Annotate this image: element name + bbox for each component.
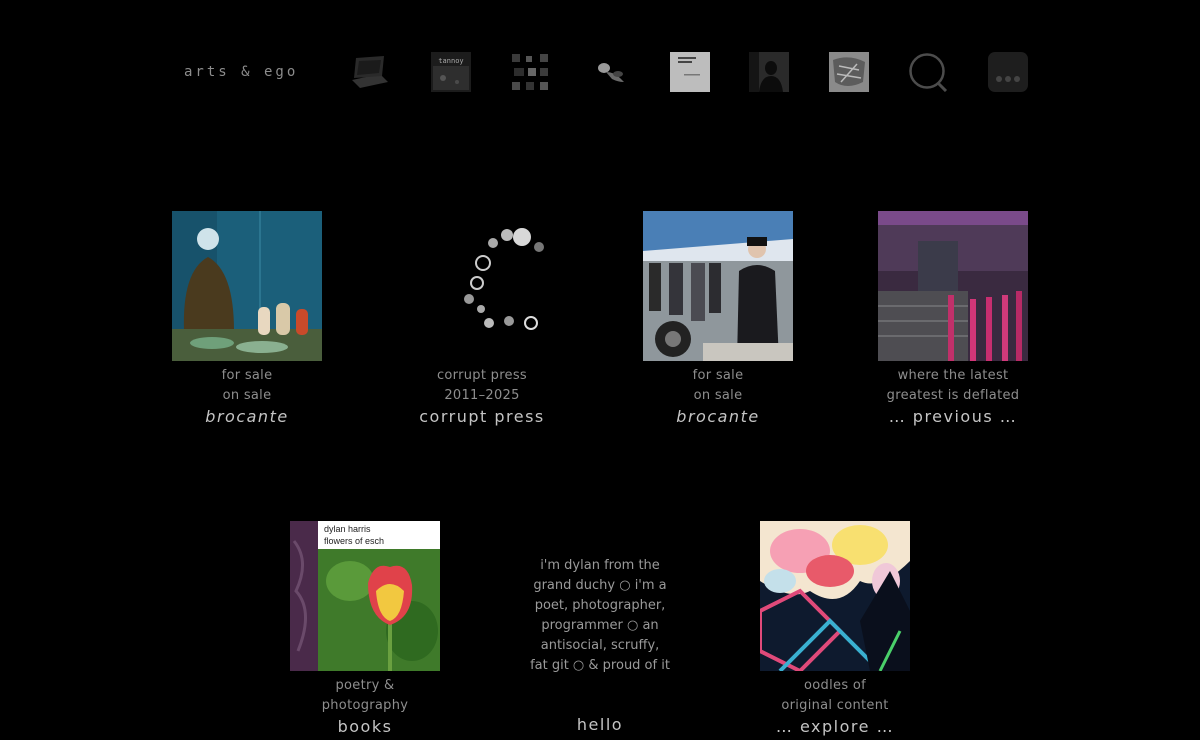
brocante-photo-1 [172,211,322,361]
corrupt-press-logo [407,211,557,361]
nav-tannoy-label: tannoy [438,57,463,65]
tile-caption-line2: original content [781,698,889,713]
bio-line: poet, photographer, [534,598,666,613]
hello-link[interactable]: hello [520,715,680,734]
tile-corrupt-press[interactable]: corrupt press 2011–2025 corrupt press [382,211,582,428]
tile-caption-line2: on sale [693,388,743,403]
tile-caption-line2: greatest is deflated [886,388,1020,403]
search-icon [909,53,948,92]
nav-sketch-thumb[interactable] [829,52,869,92]
tile-brocante-2[interactable]: for sale on sale brocante [618,211,818,428]
explore-art [760,521,910,671]
nav-more[interactable] [988,52,1028,92]
book-cover-author: dylan harris [324,524,371,534]
nav-figure-thumb[interactable] [590,52,630,92]
tile-explore[interactable]: oodles of original content … explore … [735,521,935,738]
laptop-thumb-icon [350,52,390,92]
nav-book-cover-thumb[interactable] [670,52,710,92]
tile-title: brocante [205,407,289,426]
previous-photo [878,211,1028,361]
tannoy-thumb-icon: tannoy [431,52,471,92]
tile-title: books [337,717,393,736]
tile-caption-line2: photography [321,698,409,713]
nav-silhouette-thumb[interactable] [749,52,789,92]
bio-text: i'm dylan from the grand duchy ○ i'm a p… [520,556,680,676]
tile-previous[interactable]: where the latest greatest is deflated … … [853,211,1053,428]
book-cover-thumb-icon [670,52,710,92]
tile-caption-line1: oodles of [804,678,866,693]
figure-thumb-icon [590,52,630,92]
tile-caption-line2: 2011–2025 [444,388,520,403]
more-icon [988,52,1028,92]
tile-caption-line1: poetry & [335,678,395,693]
book-cover-title: flowers of esch [324,536,384,546]
tile-title: … explore … [775,717,895,736]
nav-grid-thumb[interactable] [510,52,550,92]
tile-title: corrupt press [419,407,545,426]
book-cover: dylan harris flowers of esch [290,521,440,671]
brocante-photo-2 [643,211,793,361]
grid-thumb-icon [510,52,550,92]
nav-search[interactable] [908,52,948,92]
bio-line: antisocial, scruffy, [540,638,660,653]
tile-caption-line1: for sale [221,368,273,383]
bio-line: fat git ○ & proud of it [530,658,670,673]
sketch-thumb-icon [829,52,869,92]
tile-title: … previous … [888,407,1018,426]
tile-title: brocante [676,407,760,426]
tile-books[interactable]: dylan harris flowers of esch poetry & ph… [265,521,465,738]
bio-line: grand duchy ○ i'm a [533,578,667,593]
tile-caption-line1: corrupt press [436,368,528,383]
tile-brocante-1[interactable]: for sale on sale brocante [147,211,347,428]
nav-laptop-thumb[interactable] [350,52,390,92]
tile-caption-line2: on sale [222,388,272,403]
top-nav: tannoy [0,52,1200,92]
tile-caption-line1: where the latest [897,368,1009,383]
tile-caption-line1: for sale [692,368,744,383]
nav-tannoy-thumb[interactable]: tannoy [431,52,471,92]
bio-line: i'm dylan from the [540,558,660,573]
silhouette-thumb-icon [749,52,789,92]
bio-line: programmer ○ an [541,618,659,633]
